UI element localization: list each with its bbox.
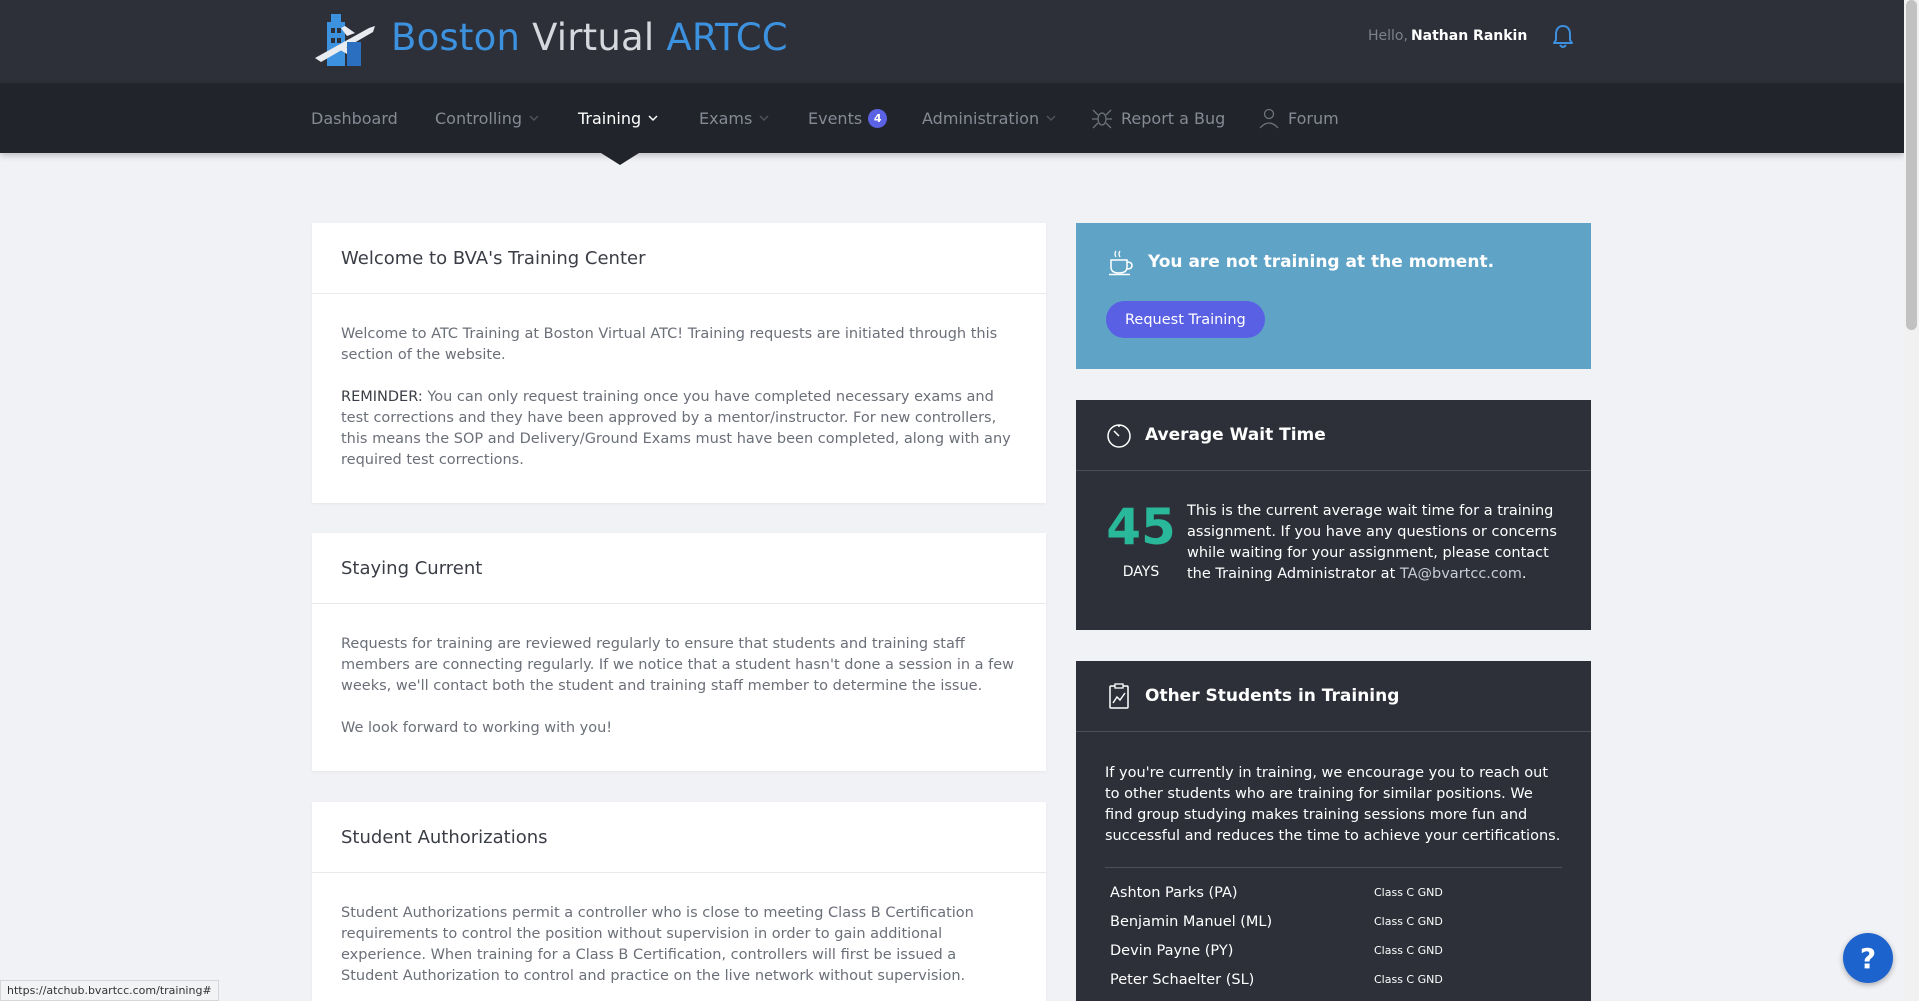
student-name: Devin Payne (PY) [1110, 942, 1234, 959]
bell-icon[interactable] [1551, 24, 1575, 50]
student-name: Peter Schaelter (SL) [1110, 971, 1255, 988]
nav-label: Controlling [435, 108, 523, 128]
other-students-card: Other Students in Training If you're cur… [1076, 661, 1591, 1001]
wait-body: 45 DAYS This is the current average wait… [1076, 471, 1591, 629]
others-title: Other Students in Training [1145, 686, 1400, 706]
student-position: Class C GND [1374, 886, 1443, 899]
top-bar: Boston Virtual ARTCC Hello, Nathan Rankin [0, 0, 1904, 83]
wait-title: Average Wait Time [1145, 425, 1326, 445]
list-item: Peter Schaelter (SL) Class C GND [1105, 965, 1562, 994]
nav-events[interactable]: Events 4 [808, 83, 888, 153]
nav-administration[interactable]: Administration [922, 83, 1056, 153]
student-name: Ashton Parks (PA) [1110, 884, 1238, 901]
nav-label: Report a Bug [1121, 108, 1226, 128]
clipboard-chart-icon [1109, 683, 1129, 709]
students-list: Ashton Parks (PA) Class C GND Benjamin Ma… [1105, 867, 1562, 994]
authorizations-body: Student Authorizations permit a controll… [312, 873, 1046, 987]
reminder-text: You can only request training once you h… [341, 389, 1011, 468]
welcome-body: Welcome to ATC Training at Boston Virtua… [312, 294, 1046, 471]
stopwatch-icon [1107, 424, 1131, 448]
nav-label: Exams [699, 108, 753, 128]
welcome-paragraph: Welcome to ATC Training at Boston Virtua… [341, 326, 998, 363]
nav-label: Forum [1288, 108, 1339, 128]
airplane-building-logo-icon [315, 14, 375, 66]
authorizations-paragraph: Student Authorizations permit a controll… [341, 905, 974, 984]
wait-header: Average Wait Time [1076, 400, 1591, 471]
chevron-down-icon [529, 114, 539, 121]
welcome-title: Welcome to BVA's Training Center [312, 223, 1046, 294]
brand-word-2: Virtual [532, 16, 655, 59]
training-status: You are not training at the moment. [1106, 247, 1494, 277]
user-greeting[interactable]: Hello, Nathan Rankin [1368, 28, 1527, 44]
bug-icon [1092, 109, 1112, 129]
greeting-text: Hello, [1368, 28, 1408, 44]
list-item: Ashton Parks (PA) Class C GND [1105, 878, 1562, 907]
student-position: Class C GND [1374, 944, 1443, 957]
nav-label: Administration [922, 108, 1040, 128]
staying-title: Staying Current [312, 533, 1046, 604]
staying-body: Requests for training are reviewed regul… [312, 604, 1046, 739]
nav-label: Training [578, 108, 642, 128]
student-name: Benjamin Manuel (ML) [1110, 913, 1273, 930]
training-status-card: You are not training at the moment. Requ… [1076, 223, 1591, 369]
link-status-url: https://atchub.bvartcc.com/training# [0, 980, 219, 1001]
brand-word-1: Boston [391, 16, 521, 59]
user-icon [1259, 108, 1279, 129]
nav-exams[interactable]: Exams [699, 83, 769, 153]
student-position: Class C GND [1374, 915, 1443, 928]
staying-current-card: Staying Current Requests for training ar… [312, 533, 1046, 771]
welcome-card: Welcome to BVA's Training Center Welcome… [312, 223, 1046, 503]
chevron-down-icon [759, 114, 769, 121]
status-text: You are not training at the moment. [1148, 252, 1495, 272]
nav-controlling[interactable]: Controlling [435, 83, 539, 153]
chevron-down-icon [648, 114, 658, 121]
staying-paragraph: Requests for training are reviewed regul… [341, 636, 1015, 694]
nav-forum[interactable]: Forum [1258, 83, 1339, 153]
others-header: Other Students in Training [1076, 661, 1591, 732]
coffee-cup-icon [1109, 250, 1133, 276]
brand-word-3: ARTCC [666, 16, 788, 59]
wait-days-unit: DAYS [1122, 564, 1160, 580]
wait-description: This is the current average wait time fo… [1187, 501, 1567, 585]
user-name: Nathan Rankin [1410, 28, 1528, 44]
events-count-badge: 4 [868, 108, 888, 128]
request-training-button[interactable]: Request Training [1106, 301, 1265, 338]
chevron-down-icon [1046, 114, 1056, 121]
nav-label: Events [808, 108, 863, 128]
staying-closing: We look forward to working with you! [341, 720, 613, 736]
help-button[interactable]: ? [1843, 933, 1893, 983]
wait-days-value: 45 [1106, 498, 1176, 556]
reminder-paragraph: REMINDER: You can only request training … [341, 387, 1017, 471]
list-item: Devin Payne (PY) Class C GND [1105, 936, 1562, 965]
nav-label: Dashboard [311, 108, 398, 128]
brand-title: Boston Virtual ARTCC [391, 13, 788, 63]
training-admin-email-link[interactable]: TA@bvartcc.com [1400, 566, 1522, 582]
active-nav-pointer [601, 153, 639, 165]
average-wait-card: Average Wait Time 45 DAYS This is the cu… [1076, 400, 1591, 630]
scrollbar-thumb[interactable] [1906, 0, 1917, 330]
authorizations-title: Student Authorizations [312, 802, 1046, 873]
nav-report-bug[interactable]: Report a Bug [1091, 83, 1225, 153]
wait-text-end: . [1521, 566, 1527, 582]
student-authorizations-card: Student Authorizations Student Authoriza… [312, 802, 1046, 1001]
reminder-label: REMINDER: [341, 389, 423, 405]
others-intro: If you're currently in training, we enco… [1105, 765, 1561, 844]
nav-training[interactable]: Training [578, 83, 658, 153]
brand-logo-link[interactable]: Boston Virtual ARTCC [311, 8, 788, 68]
main-nav: Dashboard Controlling Training Exams Eve… [0, 83, 1904, 153]
list-item: Benjamin Manuel (ML) Class C GND [1105, 907, 1562, 936]
nav-dashboard[interactable]: Dashboard [311, 83, 398, 153]
student-position: Class C GND [1374, 973, 1443, 986]
